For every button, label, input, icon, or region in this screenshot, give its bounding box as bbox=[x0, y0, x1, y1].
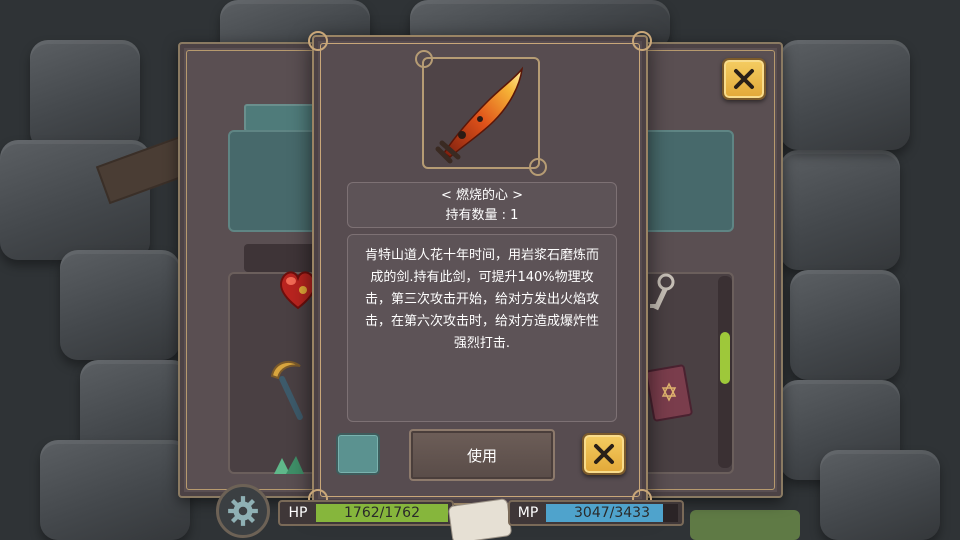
rock bbox=[820, 450, 940, 540]
mp-bar-track: 3047/3433 bbox=[546, 504, 678, 522]
mp-value: 3047/3433 bbox=[574, 505, 650, 521]
item-portrait-frame bbox=[415, 50, 547, 176]
rock bbox=[790, 270, 900, 380]
close-icon bbox=[594, 444, 614, 464]
rock bbox=[30, 40, 140, 150]
item-detail-modal: < 燃烧的心 > 持有数量 : 1 肯特山道人花十年时间，用岩浆石磨炼而成的剑.… bbox=[308, 31, 652, 509]
mp-label: MP bbox=[517, 505, 539, 521]
rock bbox=[780, 150, 900, 270]
map-scroll-icon[interactable] bbox=[447, 498, 513, 540]
spellbook-icon[interactable] bbox=[644, 362, 694, 424]
mp-bar: MP 3047/3433 bbox=[508, 500, 684, 526]
item-quantity: 持有数量 : 1 bbox=[445, 208, 519, 223]
flame-sword-icon bbox=[435, 66, 524, 164]
panel-close-button[interactable] bbox=[722, 58, 766, 100]
use-button-label: 使用 bbox=[466, 446, 497, 465]
item-description-box: 肯特山道人花十年时间，用岩浆石磨炼而成的剑.持有此剑，可提升140%物理攻击，第… bbox=[347, 234, 617, 422]
hp-bar: HP 1762/1762 bbox=[278, 500, 454, 526]
inventory-scrollbar[interactable] bbox=[718, 276, 732, 468]
rock bbox=[780, 40, 910, 150]
frame-corner-ornament bbox=[308, 31, 328, 51]
close-icon bbox=[734, 69, 754, 89]
item-description: 肯特山道人花十年时间，用岩浆石磨炼而成的剑.持有此剑，可提升140%物理攻击，第… bbox=[364, 248, 599, 351]
key-icon[interactable] bbox=[646, 272, 682, 316]
item-name: < 燃烧的心 > bbox=[440, 188, 524, 203]
rock bbox=[60, 250, 180, 360]
green-crystal-icon[interactable] bbox=[270, 454, 310, 474]
settings-button[interactable] bbox=[216, 484, 270, 538]
modal-close-button[interactable] bbox=[582, 433, 626, 475]
crescent-staff-icon[interactable] bbox=[266, 354, 316, 424]
frame-corner-ornament bbox=[632, 31, 652, 51]
hp-value: 1762/1762 bbox=[344, 505, 420, 521]
scrollbar-thumb[interactable] bbox=[720, 332, 730, 384]
hp-bar-track: 1762/1762 bbox=[316, 504, 448, 522]
gear-icon bbox=[228, 496, 258, 526]
rock bbox=[40, 440, 190, 540]
hp-label: HP bbox=[288, 505, 308, 521]
item-name-box: < 燃烧的心 > 持有数量 : 1 bbox=[347, 182, 617, 228]
item-slot[interactable] bbox=[336, 433, 380, 475]
grass-patch bbox=[690, 510, 800, 540]
use-button[interactable]: 使用 bbox=[409, 429, 555, 481]
